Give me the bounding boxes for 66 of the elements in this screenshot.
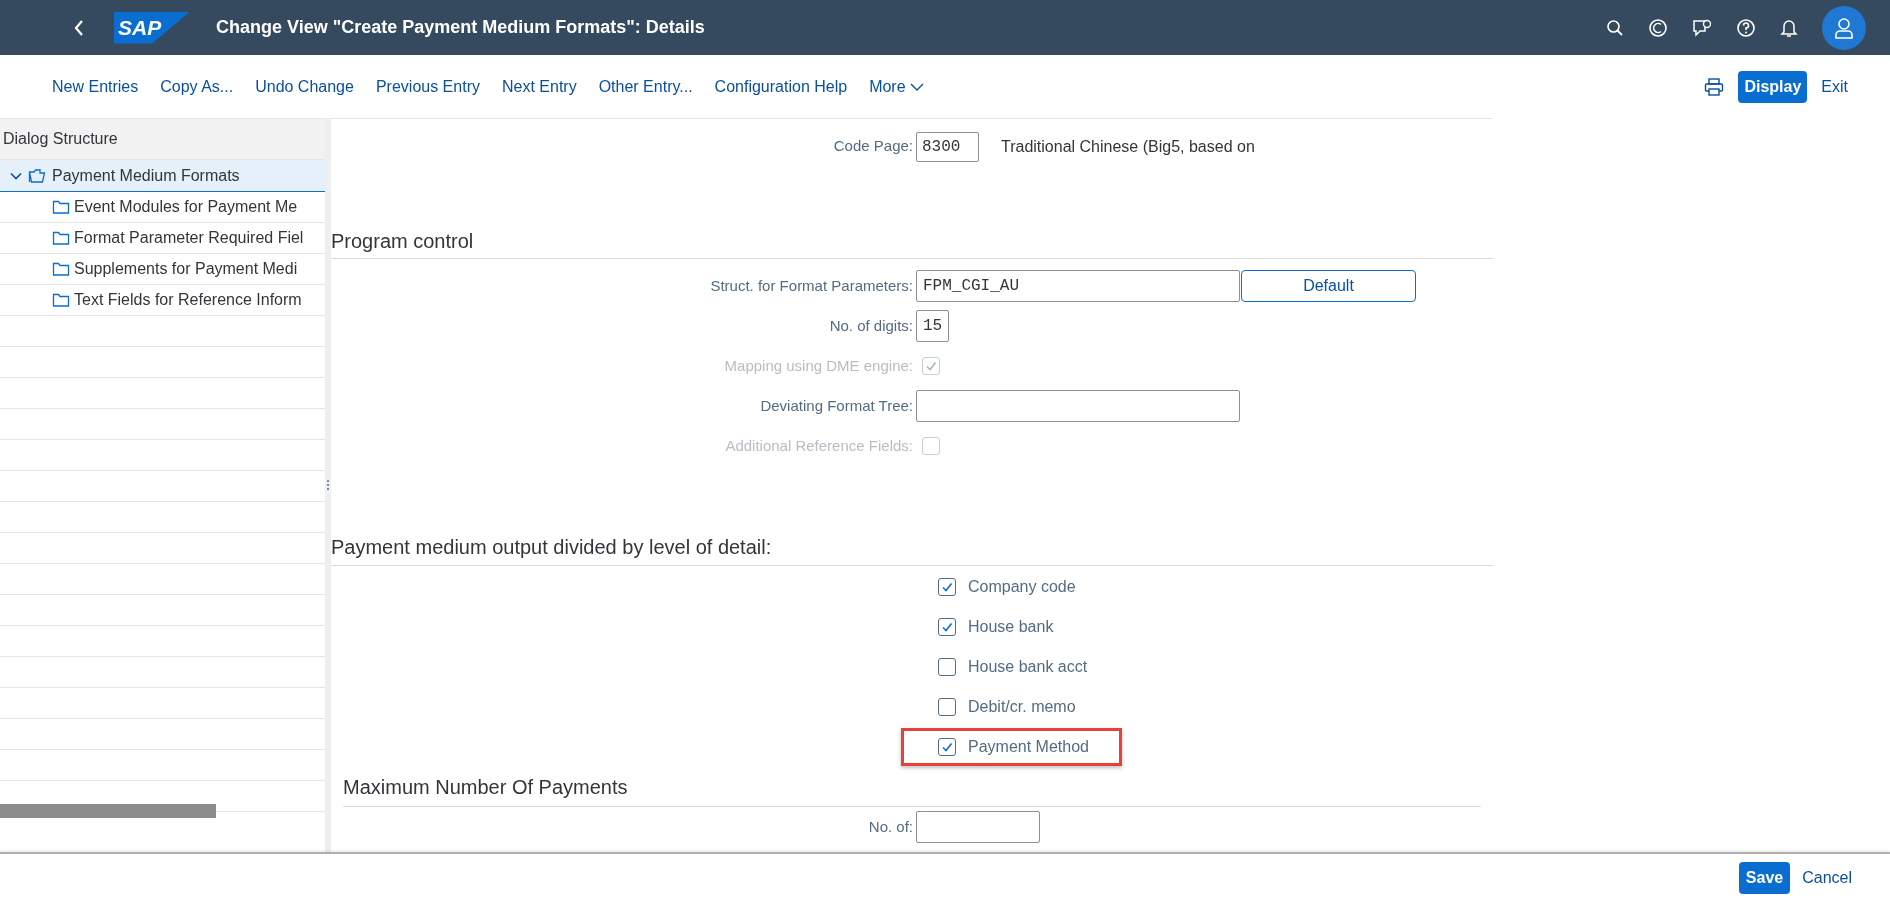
notification-icon[interactable] xyxy=(1780,17,1798,38)
checkbox[interactable] xyxy=(938,658,956,676)
tree-item[interactable]: Supplements for Payment Medi xyxy=(0,254,325,285)
checkbox[interactable] xyxy=(938,698,956,716)
input-field[interactable] xyxy=(916,390,1240,422)
checkbox[interactable] xyxy=(938,578,956,596)
exit-button[interactable]: Exit xyxy=(1821,74,1848,99)
tree-item[interactable]: Payment Medium Formats xyxy=(0,160,325,192)
field-label: Additional Reference Fields: xyxy=(724,435,914,456)
toolbar-button[interactable]: Previous Entry xyxy=(375,74,480,99)
toolbar-button[interactable]: Copy As... xyxy=(160,74,234,99)
checkbox-label: House bank xyxy=(968,617,1054,637)
folder-icon xyxy=(52,261,70,277)
chat-icon[interactable] xyxy=(1692,17,1712,38)
section-title: Maximum Number Of Payments xyxy=(343,767,1481,807)
folder-icon xyxy=(52,292,70,308)
tree-item[interactable]: Event Modules for Payment Me xyxy=(0,192,325,223)
section-title: Payment medium output divided by level of detail: xyxy=(331,528,1493,566)
scrollbar-thumb[interactable] xyxy=(0,804,216,818)
toolbar-button[interactable]: Next Entry xyxy=(501,74,577,99)
default-button[interactable]: Default xyxy=(1241,270,1416,302)
checkmark-icon xyxy=(941,581,953,593)
save-button[interactable]: Save xyxy=(1738,862,1791,894)
field-label: Deviating Format Tree: xyxy=(759,395,914,416)
field-description: Traditional Chinese (Big5, based on xyxy=(1001,136,1255,157)
field-label: Mapping using DME engine: xyxy=(723,355,914,376)
tree-item[interactable]: Format Parameter Required Fiel xyxy=(0,223,325,254)
field-label: No. of digits: xyxy=(828,315,914,336)
checkbox[interactable] xyxy=(938,738,956,756)
toolbar-button[interactable]: Other Entry... xyxy=(598,74,693,99)
back-icon xyxy=(73,18,85,37)
avatar[interactable] xyxy=(1822,5,1866,50)
checkmark-icon xyxy=(941,621,953,633)
display-button[interactable]: Display xyxy=(1738,70,1808,103)
caret-icon xyxy=(909,82,924,91)
open-folder-icon xyxy=(28,167,46,184)
panel-header: Dialog Structure xyxy=(0,119,325,160)
checkbox-label: Debit/cr. memo xyxy=(968,697,1076,717)
checkbox[interactable] xyxy=(938,618,956,636)
input-field[interactable]: 15 xyxy=(916,310,949,342)
folder-icon xyxy=(52,199,70,215)
more-button[interactable]: More xyxy=(869,74,924,99)
toolbar-button[interactable]: New Entries xyxy=(52,74,139,99)
toolbar-button[interactable]: Configuration Help xyxy=(714,74,848,99)
field-label: Code Page: xyxy=(832,136,914,157)
tree-item[interactable]: Text Fields for Reference Inform xyxy=(0,285,325,316)
field-label: Struct. for Format Parameters: xyxy=(709,275,914,296)
cancel-button[interactable]: Cancel xyxy=(1802,866,1852,890)
folder-icon xyxy=(52,230,70,246)
print-icon[interactable] xyxy=(1704,77,1725,96)
field-label: No. of: xyxy=(867,816,914,837)
user-icon xyxy=(1834,16,1854,39)
input-field[interactable] xyxy=(916,811,1040,843)
input-field[interactable]: 8300 xyxy=(916,131,979,162)
logo: SAP xyxy=(114,11,190,44)
checkmark-icon xyxy=(941,741,953,753)
input-field[interactable]: FPM_CGI_AU xyxy=(916,270,1240,302)
checkbox-label: Company code xyxy=(968,577,1076,597)
checkbox-label: House bank acct xyxy=(968,657,1088,677)
section-title: Program control xyxy=(331,224,1493,259)
checkbox-label: Payment Method xyxy=(968,737,1089,757)
window-title: Change View "Create Payment Medium Formats": Details xyxy=(216,16,705,39)
search-icon[interactable] xyxy=(1606,18,1624,37)
help-icon[interactable] xyxy=(1736,17,1756,38)
toolbar-button[interactable]: Undo Change xyxy=(255,74,354,99)
checkmark-icon xyxy=(925,360,937,372)
